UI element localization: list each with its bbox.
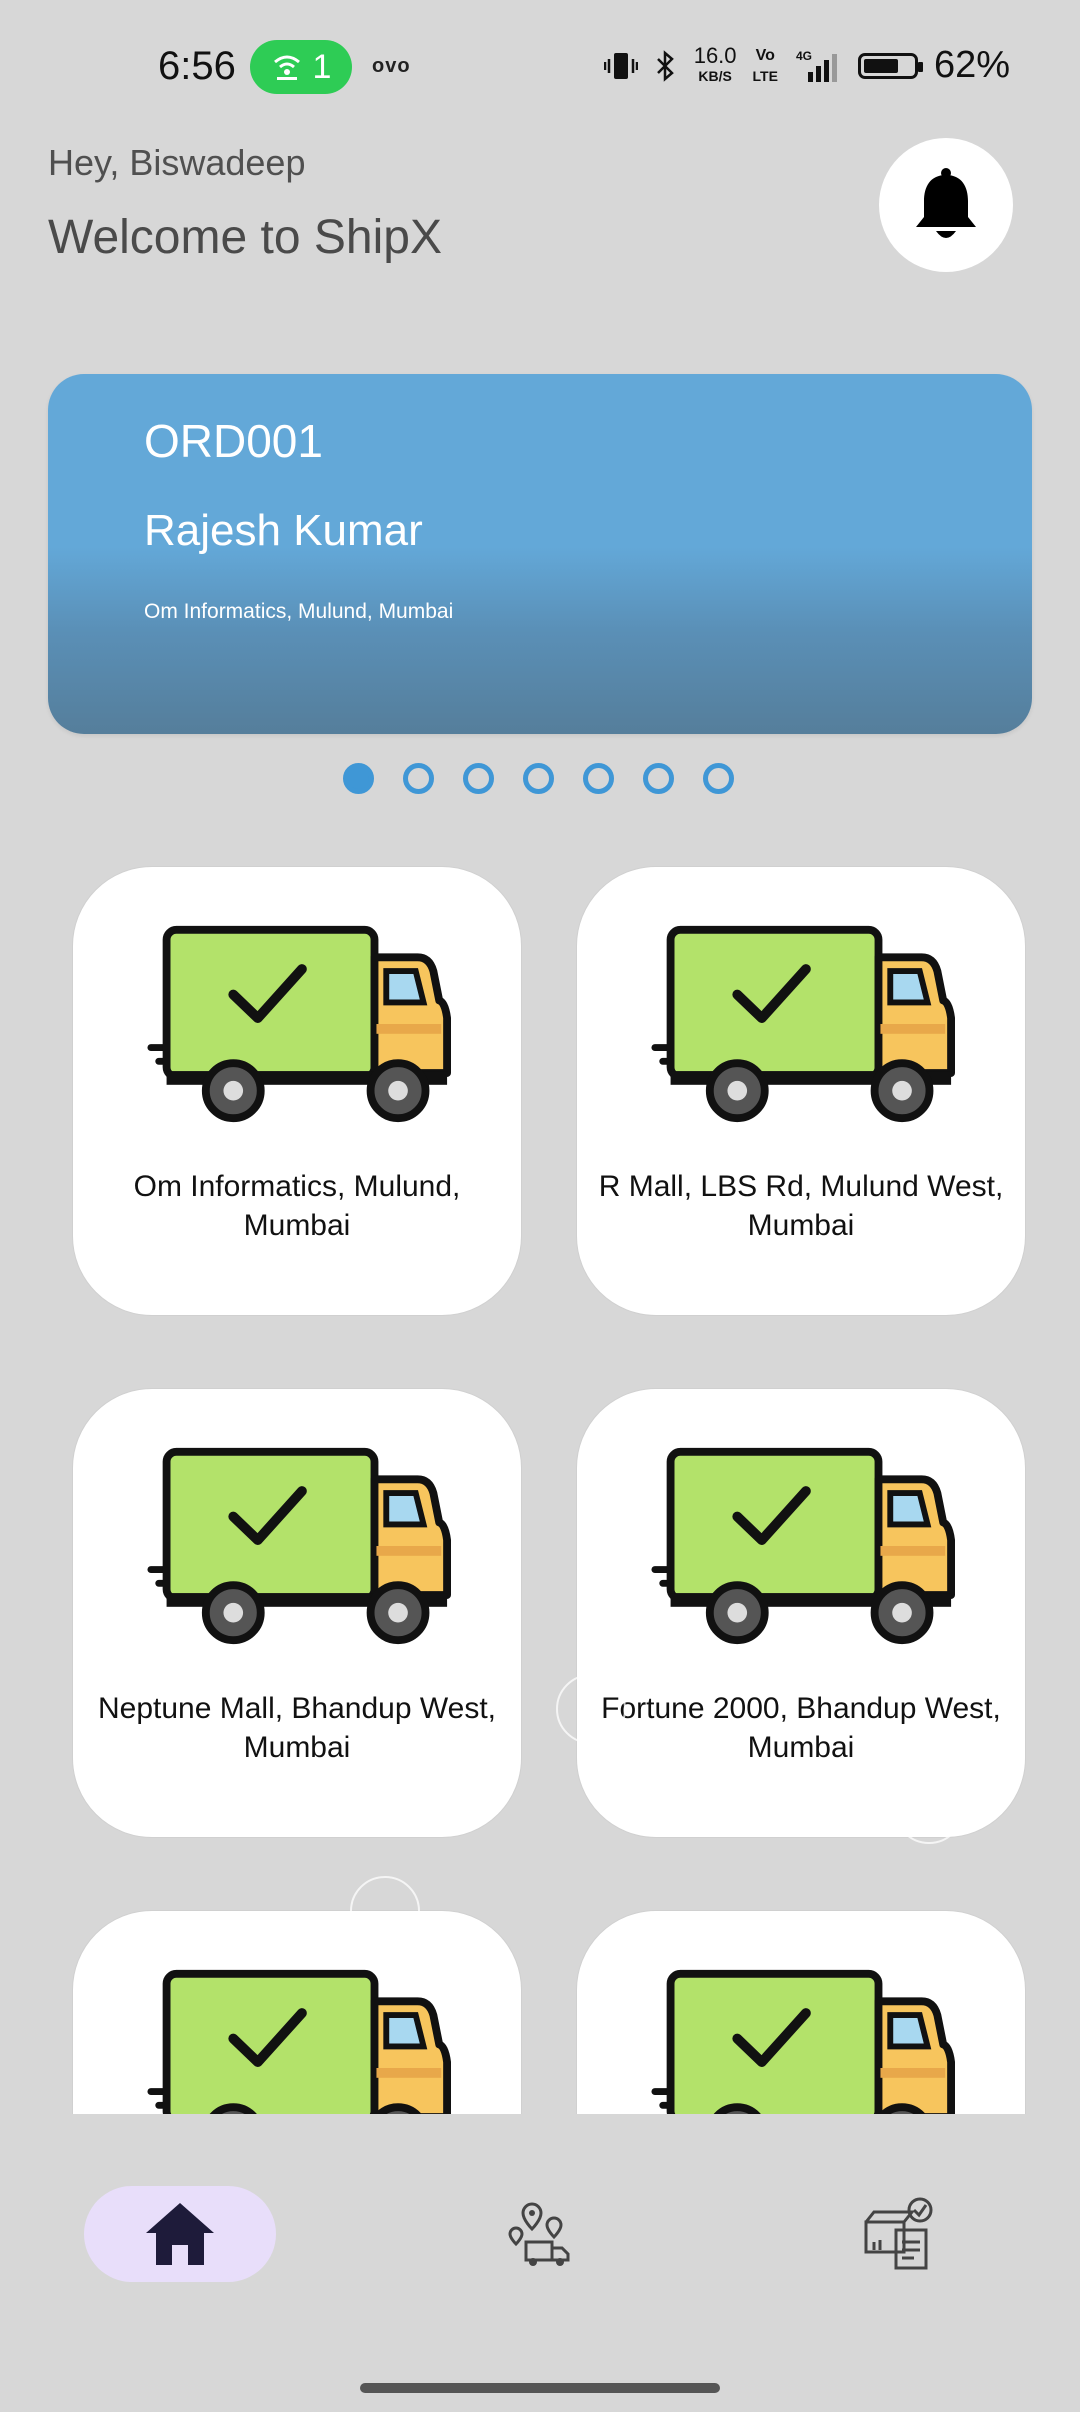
delivery-grid: Om Informatics, Mulund, Mumbai R Mall, L… [0,860,1080,2114]
customer-name: Rajesh Kumar [144,506,423,555]
carrier-tag: ovo [372,55,411,77]
hotspot-count: 1 [312,47,332,86]
network-speed: 16.0 KB/S [693,42,737,84]
touch-ripple [556,1674,626,1744]
carousel-indicator [343,763,734,794]
svg-text:4G: 4G [796,49,812,63]
delivery-truck-check-icon [145,919,451,1129]
delivery-card[interactable] [576,1910,1026,2114]
touch-ripple [894,1774,964,1844]
carousel-dot[interactable] [583,763,614,794]
delivery-card-label: R Mall, LBS Rd, Mulund West, Mumbai [598,1170,1004,1242]
delivery-card[interactable]: Om Informatics, Mulund, Mumbai [72,866,522,1316]
nav-home-button[interactable] [84,2186,276,2282]
delivery-card-label: Fortune 2000, Bhandup West, Mumbai [601,1692,1001,1764]
volte-indicator: Vo LTE [752,46,778,84]
carousel-dot[interactable] [703,763,734,794]
delivery-card-label: Om Informatics, Mulund, Mumbai [133,1170,461,1242]
delivery-card[interactable]: Neptune Mall, Bhandup West, Mumbai [72,1388,522,1838]
delivery-card[interactable]: R Mall, LBS Rd, Mulund West, Mumbai [576,866,1026,1316]
delivery-truck-check-icon [649,919,955,1129]
order-id: ORD001 [144,415,323,467]
order-carousel-slide[interactable]: ORD001 Rajesh Kumar Om Informatics, Mulu… [48,374,1032,734]
carousel-dot[interactable] [643,763,674,794]
vibrate-icon [603,52,638,79]
battery-icon [857,52,923,79]
status-time: 6:56 [158,44,236,88]
battery-percent: 62% [933,44,1010,86]
delivery-card[interactable] [72,1910,522,2114]
delivered-package-icon[interactable] [862,2196,938,2272]
delivery-truck-check-icon [649,1441,955,1651]
delivery-card-label: Neptune Mall, Bhandup West, Mumbai [97,1692,496,1764]
carousel-dot[interactable] [463,763,494,794]
welcome-title: Welcome to ShipX [48,211,442,264]
status-right: 16.0 KB/S Vo LTE 4G 62% [603,42,1010,87]
carousel-dot[interactable] [403,763,434,794]
hotspot-badge: 1 [250,40,352,94]
carousel-dot[interactable] [523,763,554,794]
greeting-text: Hey, Biswadeep [48,142,306,183]
home-gesture-bar[interactable] [360,2383,720,2393]
touch-ripple [350,1876,420,1946]
hotspot-icon [273,55,300,80]
map-route-icon[interactable] [506,2200,574,2268]
delivery-truck-check-icon [145,1441,451,1651]
notifications-button[interactable] [879,138,1013,272]
home-icon [146,2203,214,2265]
order-address: Om Informatics, Mulund, Mumbai [144,600,454,623]
bell-icon [916,168,976,238]
signal-4g-icon: 4G [796,49,837,82]
bluetooth-icon [656,49,674,82]
delivery-card[interactable]: Fortune 2000, Bhandup West, Mumbai [576,1388,1026,1838]
delivery-truck-check-icon [145,1963,451,2114]
bottom-navigation [0,2114,1080,2412]
status-bar: 6:56 1 ovo 16.0 KB/S Vo LTE 4G 62% [0,0,1080,140]
carousel-dot[interactable] [343,763,374,794]
delivery-truck-check-icon [649,1963,955,2114]
